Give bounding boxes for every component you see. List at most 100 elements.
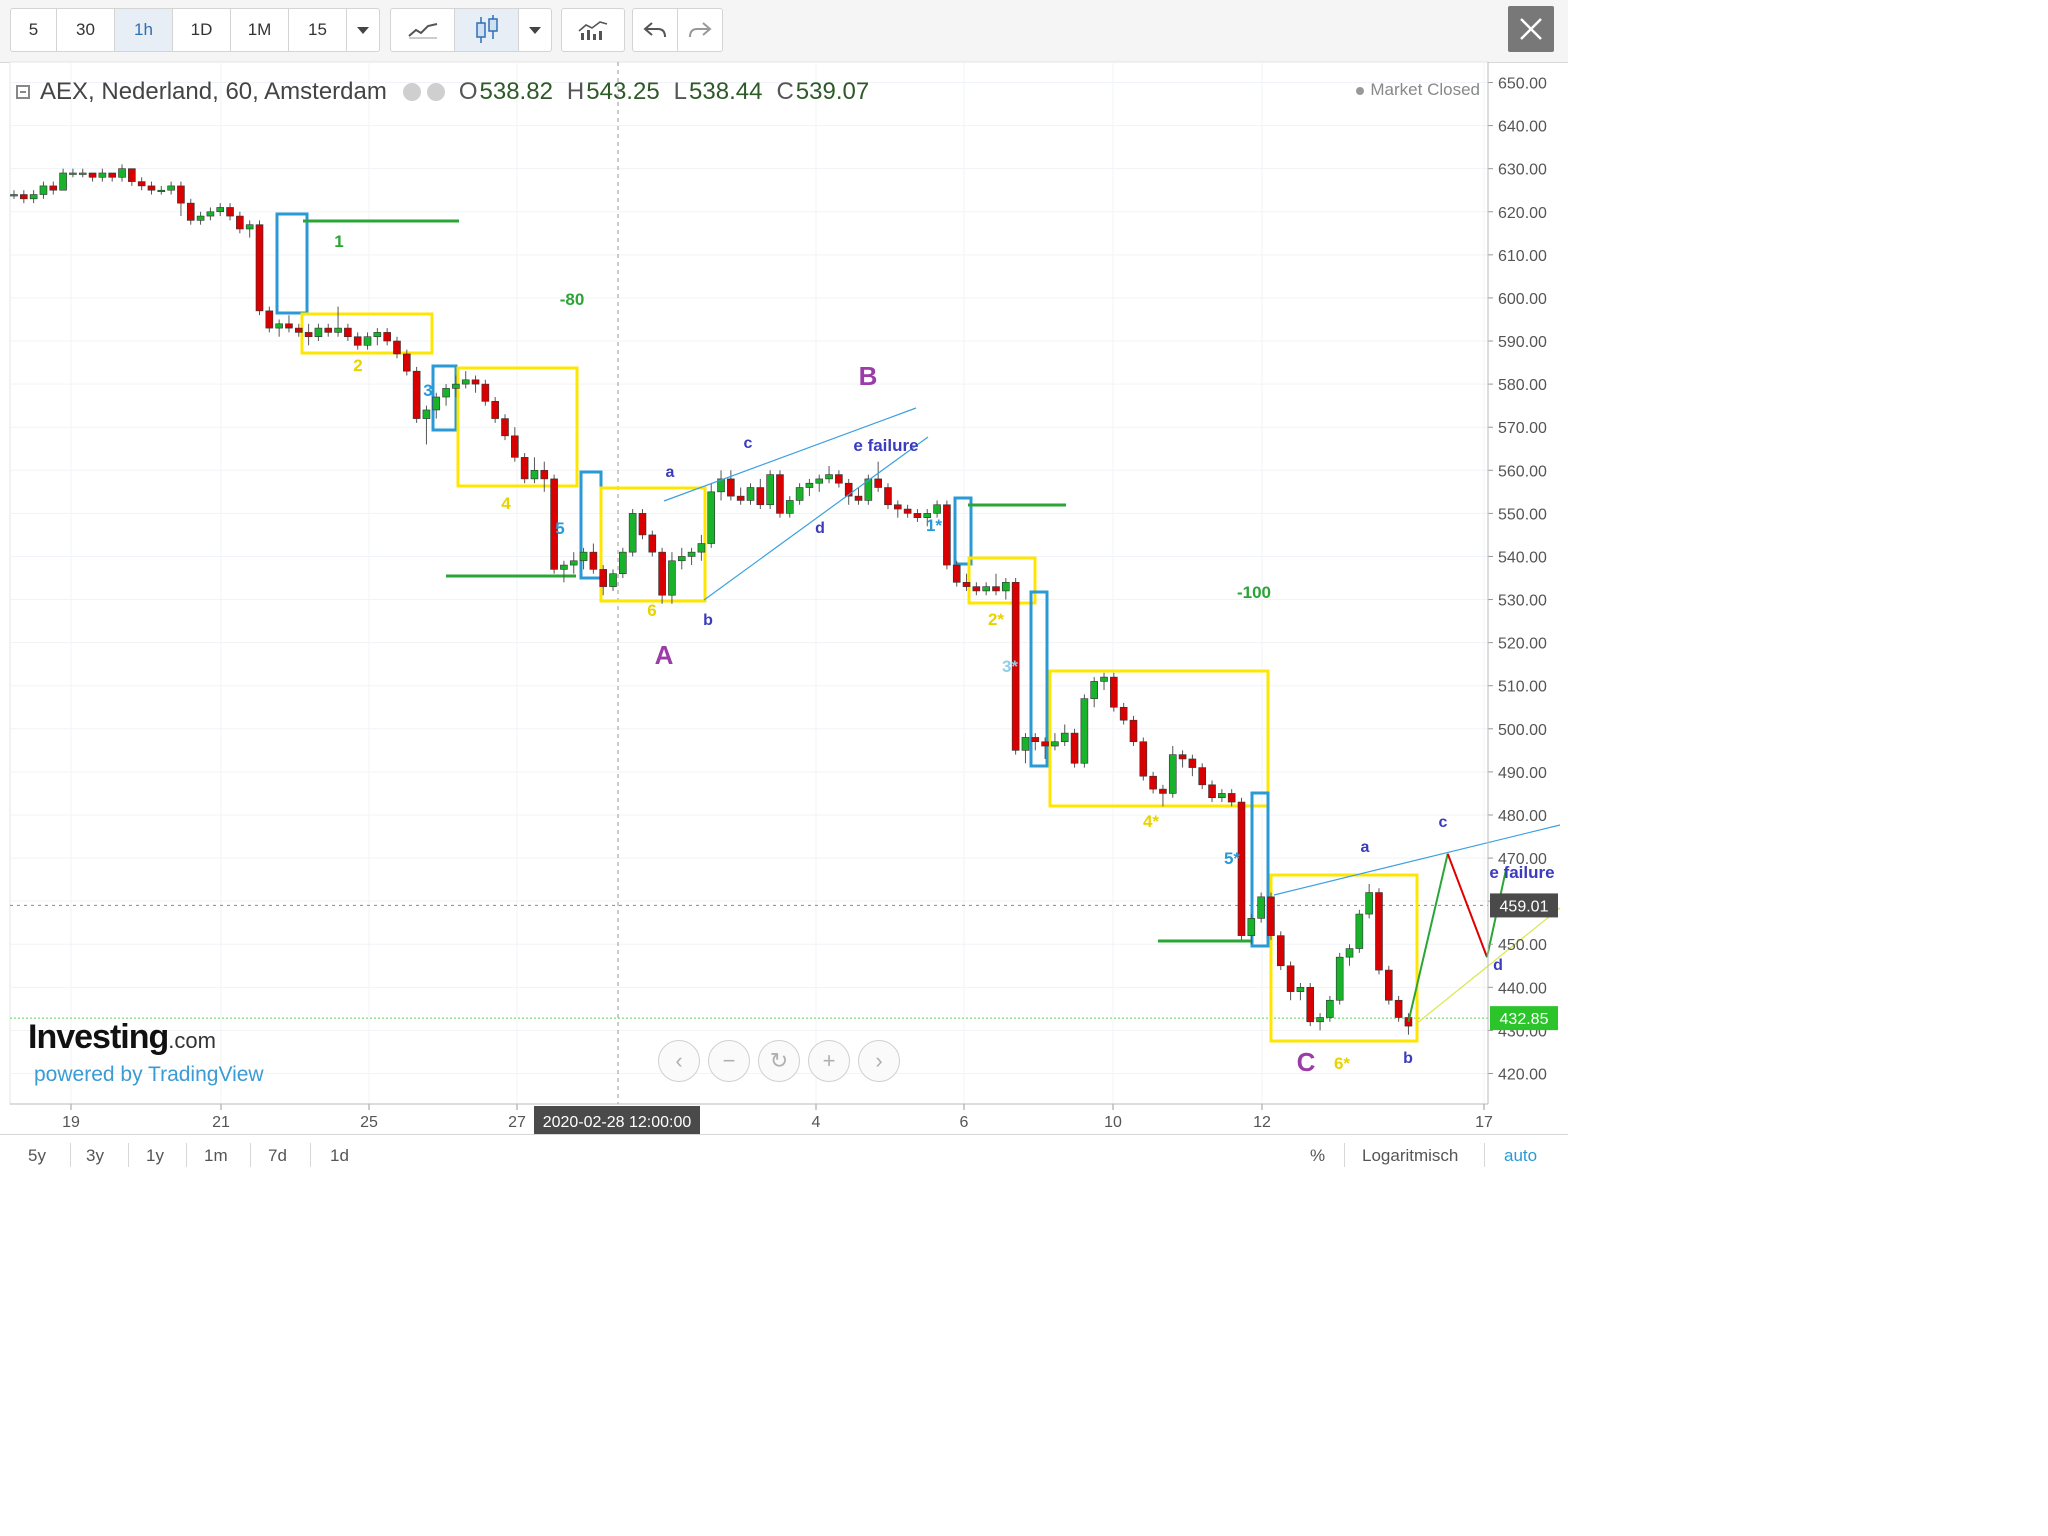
candle-body <box>206 211 215 217</box>
undo-button[interactable] <box>633 9 678 51</box>
last-price-label: 459.01 <box>1500 898 1549 915</box>
redo-button[interactable] <box>678 9 722 51</box>
price-chart[interactable]: 123456-80ABabcde failure1*2*3*4*5*6*-100… <box>0 0 1568 1176</box>
indicators-button[interactable] <box>562 9 624 51</box>
wave-label: d <box>815 520 825 537</box>
candle-body <box>1375 892 1383 971</box>
low-value: L538.44 <box>674 78 763 106</box>
minus-icon: − <box>722 1048 736 1073</box>
brand-logo: Investing <box>28 1018 169 1056</box>
candle-body <box>98 172 107 178</box>
interval-5[interactable]: 5 <box>11 9 57 51</box>
collapse-icon[interactable] <box>16 85 30 99</box>
wave-label: b <box>1403 1050 1413 1067</box>
log-toggle[interactable]: Logaritmisch <box>1362 1141 1458 1171</box>
wave-label: 6* <box>1334 1054 1350 1073</box>
wave-box <box>275 212 309 315</box>
eye-icon[interactable] <box>402 83 421 101</box>
range-divider <box>250 1143 251 1167</box>
candle-body <box>756 487 765 506</box>
range-3y[interactable]: 3y <box>86 1141 104 1171</box>
range-divider <box>128 1143 129 1167</box>
interval-dropdown[interactable] <box>347 9 379 51</box>
wave-label: 4 <box>501 494 511 513</box>
candle-body <box>628 513 637 553</box>
candle-body <box>530 469 539 480</box>
candle-body <box>540 469 549 480</box>
x-tick-label: 27 <box>508 1114 526 1131</box>
wave-box <box>1048 669 1270 808</box>
x-tick-label: 6 <box>960 1114 969 1131</box>
range-1d[interactable]: 1d <box>330 1141 349 1171</box>
candle-body <box>874 478 882 488</box>
close-button[interactable] <box>1508 6 1554 52</box>
candle-body <box>236 215 244 230</box>
undo-icon <box>643 22 666 38</box>
interval-30[interactable]: 30 <box>57 9 115 51</box>
percent-toggle[interactable]: % <box>1310 1141 1325 1171</box>
candle-body <box>844 482 853 497</box>
y-tick-label: 420.00 <box>1498 1067 1547 1084</box>
reset-button[interactable]: ↻ <box>758 1040 800 1082</box>
high-value: H543.25 <box>567 78 660 106</box>
candle-body <box>884 487 892 506</box>
candle-body <box>216 207 225 213</box>
candle-body <box>49 185 58 191</box>
wave-label: B <box>859 361 878 391</box>
y-tick-label: 560.00 <box>1498 463 1547 480</box>
brand-domain: .com <box>168 1028 216 1053</box>
interval-15[interactable]: 15 <box>289 9 347 51</box>
range-divider <box>1344 1143 1345 1167</box>
candle-body <box>668 560 676 596</box>
high-number: 543.25 <box>586 78 660 105</box>
powered-by[interactable]: powered by TradingView <box>34 1063 264 1087</box>
candle-body <box>1316 1017 1324 1023</box>
candle-body <box>835 474 843 484</box>
candle-body <box>10 194 18 197</box>
refresh-icon: ↻ <box>769 1048 789 1073</box>
range-1m[interactable]: 1m <box>204 1141 228 1171</box>
trend-line <box>1273 824 1561 896</box>
crosshair-date-label: 2020-02-28 12:00:00 <box>543 1114 692 1131</box>
wave-box <box>300 312 434 355</box>
line-chart-button[interactable] <box>391 9 455 51</box>
candle-body <box>118 168 126 178</box>
candle-body <box>275 323 283 329</box>
candle-body <box>1365 892 1373 915</box>
candle-body <box>39 185 48 195</box>
candle-body <box>1021 737 1030 751</box>
x-tick-label: 4 <box>812 1114 821 1131</box>
x-tick-label: 12 <box>1253 1114 1271 1131</box>
zoom-in-button[interactable]: + <box>808 1040 850 1082</box>
scroll-left-button[interactable]: ‹ <box>658 1040 700 1082</box>
candle-chart-button[interactable] <box>455 9 519 51</box>
range-7d[interactable]: 7d <box>268 1141 287 1171</box>
chart-style-dropdown[interactable] <box>519 9 551 51</box>
candle-body <box>412 370 421 419</box>
wave-label: e failure <box>1489 863 1554 882</box>
interval-1m[interactable]: 1M <box>231 9 289 51</box>
candle-body <box>1286 965 1295 992</box>
wave-box <box>1029 590 1049 768</box>
interval-1h[interactable]: 1h <box>115 9 173 51</box>
indicators-group <box>561 8 625 52</box>
wave-label: a <box>666 464 675 481</box>
scroll-right-button[interactable]: › <box>858 1040 900 1082</box>
y-tick-label: 570.00 <box>1498 420 1547 437</box>
range-5y[interactable]: 5y <box>28 1141 46 1171</box>
candle-body <box>128 168 136 182</box>
zoom-out-button[interactable]: − <box>708 1040 750 1082</box>
gear-icon[interactable] <box>426 83 445 101</box>
y-tick-label: 470.00 <box>1498 851 1547 868</box>
candle-body <box>137 181 146 187</box>
candle-body <box>1257 896 1265 919</box>
candle-body <box>727 478 735 497</box>
y-tick-label: 650.00 <box>1498 76 1547 93</box>
interval-1d[interactable]: 1D <box>173 9 231 51</box>
x-tick-label: 19 <box>62 1114 80 1131</box>
candle-body <box>226 207 234 217</box>
auto-toggle[interactable]: auto <box>1504 1141 1537 1171</box>
range-1y[interactable]: 1y <box>146 1141 164 1171</box>
wave-label: b <box>703 612 713 629</box>
candle-body <box>776 474 784 514</box>
